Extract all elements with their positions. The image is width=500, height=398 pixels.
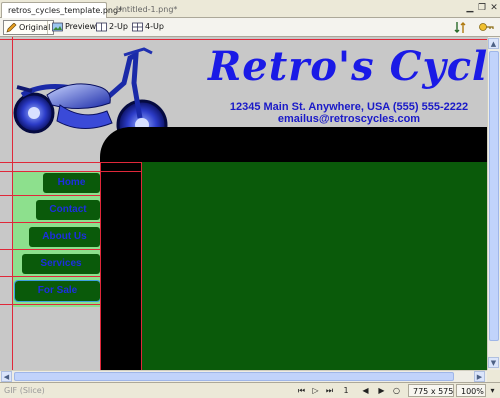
preview-view-button[interactable]: Preview [50, 20, 99, 35]
sort-icon[interactable] [453, 20, 469, 35]
four-up-view-button[interactable]: 4-Up [130, 20, 167, 35]
scroll-left-icon[interactable]: ◀ [1, 371, 12, 382]
four-up-icon [132, 22, 143, 32]
pencil-icon [6, 23, 17, 33]
export-key-icon[interactable] [478, 20, 494, 35]
scroll-right-icon[interactable]: ▶ [474, 371, 485, 382]
slice-guide [0, 39, 487, 40]
tab-retros-cycles-template[interactable]: retros_cycles_template.png* [1, 2, 122, 18]
four-up-label: 4-Up [145, 22, 164, 31]
close-icon[interactable]: ✕ [488, 3, 500, 14]
document-canvas[interactable]: Retro's Cycles 12345 Main St. Anywhere, … [0, 37, 487, 370]
content-area [141, 162, 487, 370]
document-tab-bar: retros_cycles_template.png* Untitled-1.p… [0, 0, 500, 18]
slice-guide [0, 249, 100, 250]
nav-for-sale-button[interactable]: For Sale [14, 280, 101, 302]
horizontal-scrollbar[interactable]: ◀ ▶ [0, 370, 487, 382]
slice-guide [12, 37, 13, 370]
frame-number: 1 [343, 386, 349, 395]
site-title: Retro's Cycles [208, 43, 487, 90]
scroll-down-icon[interactable]: ▼ [488, 357, 499, 368]
nav-home-button[interactable]: Home [43, 173, 100, 193]
preview-icon [52, 22, 63, 32]
vertical-scroll-thumb[interactable] [489, 51, 499, 341]
nav-about-us-button[interactable]: About Us [29, 227, 100, 247]
slice-guide [0, 162, 141, 163]
slice-guide [100, 162, 101, 370]
stop-icon[interactable]: ○ [391, 385, 402, 396]
next-frame-icon[interactable]: ▶ [376, 385, 387, 396]
two-up-icon [96, 22, 107, 32]
view-toolbar: Original Preview 2-Up 4-Up [0, 18, 500, 37]
nav-contact-button[interactable]: Contact [36, 200, 100, 220]
export-format-text: GIF (Slice) [4, 386, 45, 395]
site-email: emailus@retroscycles.com [277, 113, 421, 125]
image-dimensions: 775 x 575 [408, 384, 454, 397]
first-frame-icon[interactable]: ⏮ [296, 385, 307, 396]
status-bar: GIF (Slice) ⏮ ▷ ⏭ 1 ◀ ▶ ○ 775 x 575 100%… [0, 382, 500, 398]
two-up-view-button[interactable]: 2-Up [94, 20, 131, 35]
preview-label: Preview [65, 22, 97, 31]
vertical-scrollbar[interactable]: ▲ ▼ [487, 37, 500, 370]
slice-guide [0, 222, 100, 223]
nav-services-button[interactable]: Services [22, 254, 100, 274]
tab-untitled-1[interactable]: Untitled-1.png* [110, 2, 182, 18]
slice-guide [0, 276, 100, 277]
slice-guide [0, 171, 141, 172]
horizontal-scroll-thumb[interactable] [14, 372, 454, 381]
two-up-label: 2-Up [109, 22, 128, 31]
restore-icon[interactable]: ❐ [476, 3, 488, 14]
scroll-up-icon[interactable]: ▲ [488, 38, 499, 49]
play-icon[interactable]: ▷ [310, 385, 321, 396]
slice-guide [141, 162, 142, 370]
last-frame-icon[interactable]: ⏭ [324, 385, 335, 396]
site-address: 12345 Main St. Anywhere, USA (555) 555-2… [229, 101, 469, 113]
previous-frame-icon[interactable]: ◀ [360, 385, 371, 396]
slice-guide [0, 304, 100, 305]
slice-guide [0, 195, 100, 196]
zoom-level[interactable]: 100% [456, 384, 486, 397]
zoom-dropdown-icon[interactable]: ▾ [487, 385, 498, 396]
original-label: Original [19, 23, 51, 32]
minimize-icon[interactable]: ▁ [464, 3, 476, 14]
